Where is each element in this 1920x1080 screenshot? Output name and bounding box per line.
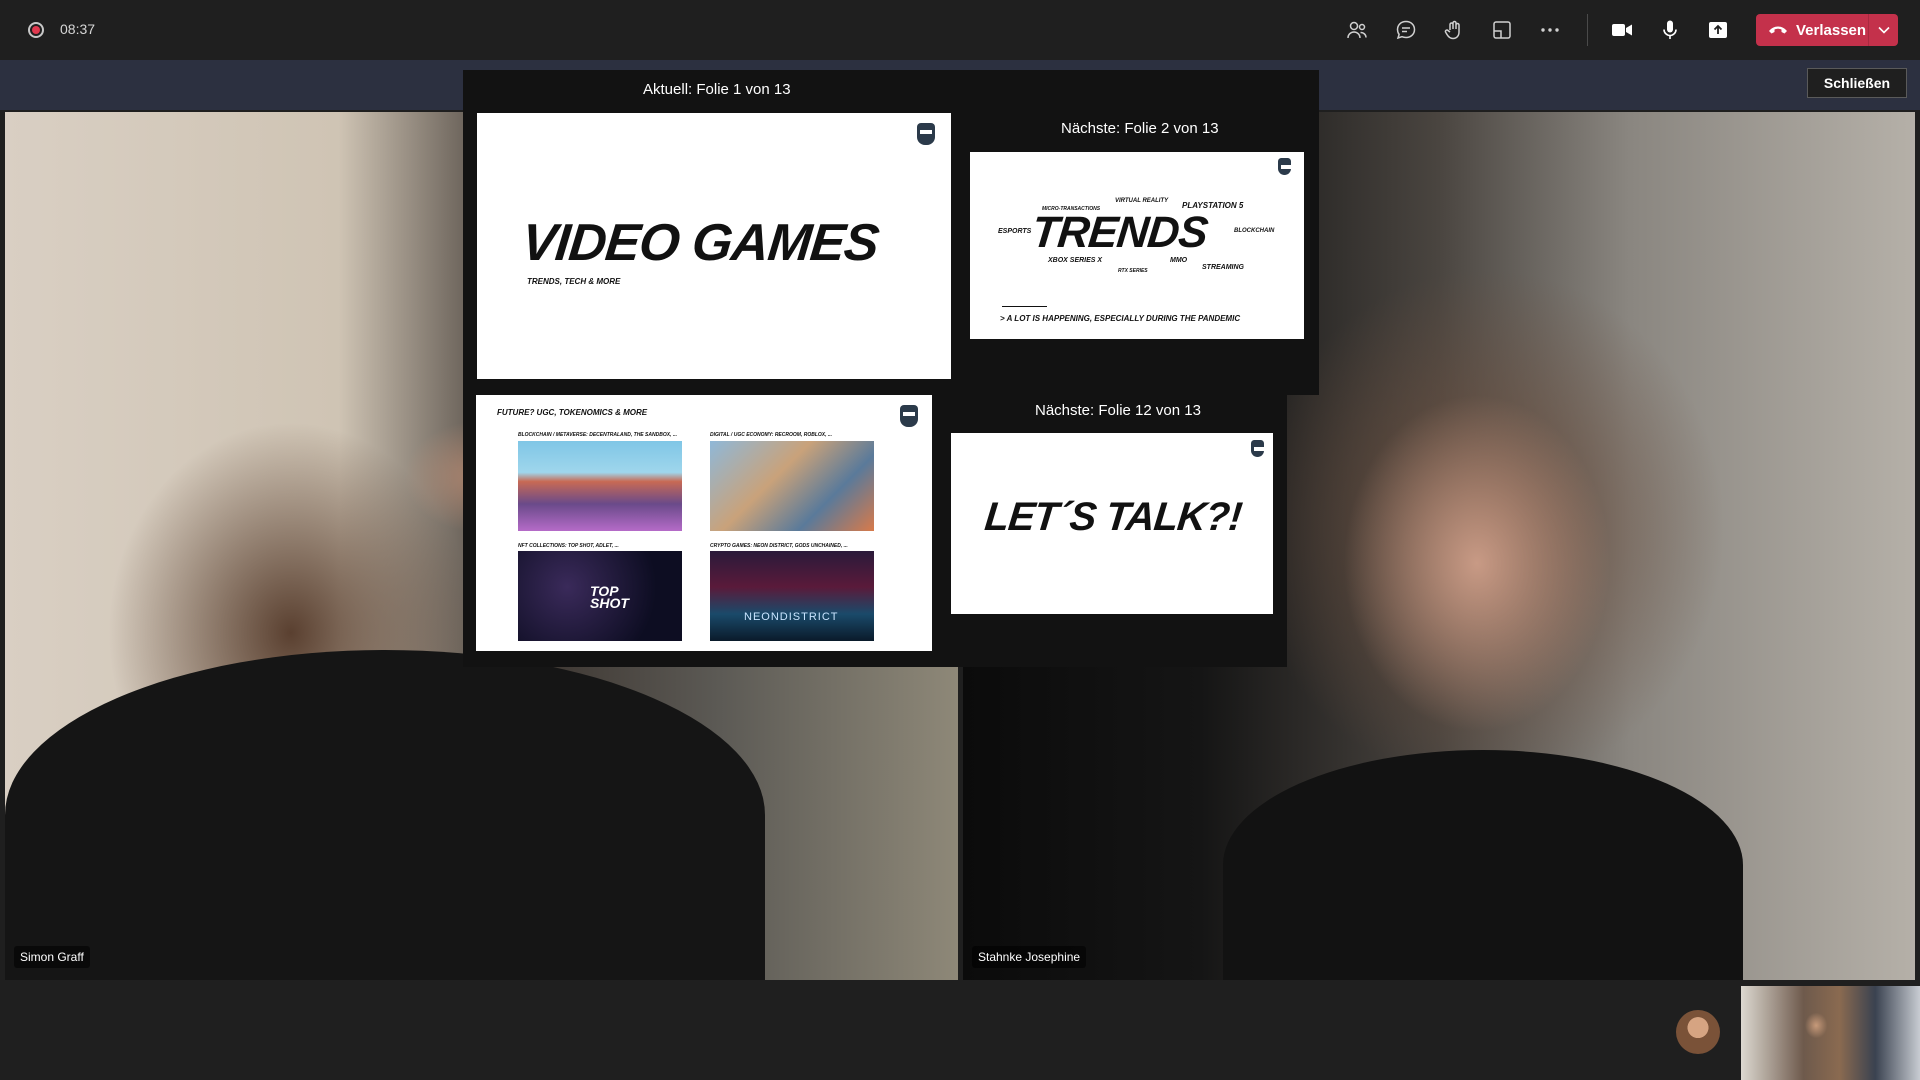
current-slide[interactable]: VIDEO GAMES TRENDS, TECH & MORE — [477, 113, 951, 379]
neon-district-image: NEONDISTRICT — [710, 551, 874, 641]
participant-video-shape — [1223, 750, 1743, 980]
participant-name: Simon Graff — [14, 946, 90, 968]
slide-subtitle: TRENDS, TECH & MORE — [527, 277, 621, 286]
participant-video-shape — [5, 650, 765, 980]
more-icon[interactable] — [1536, 16, 1564, 44]
next-slide[interactable]: TRENDS MICRO-TRANSACTIONS VIRTUAL REALIT… — [970, 152, 1304, 339]
trend-word: STREAMING — [1202, 264, 1244, 271]
trend-word: ESPORTS — [998, 228, 1032, 235]
current-slide-label: Aktuell: Folie 1 von 13 — [643, 81, 791, 98]
slide-caption: CRYPTO GAMES: NEON DISTRICT, GODS UNCHAI… — [710, 543, 848, 549]
slide-title: FUTURE? UGC, TOKENOMICS & MORE — [497, 408, 648, 417]
microphone-icon[interactable] — [1656, 16, 1684, 44]
slide-caption: NFT COLLECTIONS: TOP SHOT, ADLET, ... — [518, 543, 619, 549]
leave-button[interactable]: Verlassen — [1756, 14, 1898, 46]
slide-title: TRENDS — [1029, 208, 1210, 257]
brand-logo-icon — [900, 405, 918, 427]
self-video-preview[interactable] — [1741, 986, 1920, 1080]
slide-thumbnail-11[interactable]: FUTURE? UGC, TOKENOMICS & MORE BLOCKCHAI… — [476, 395, 932, 651]
brand-logo-icon — [917, 123, 935, 145]
slide-footer: > A LOT IS HAPPENING, ESPECIALLY DURING … — [1000, 314, 1241, 323]
brand-logo-icon — [1278, 158, 1293, 175]
rooms-icon[interactable] — [1488, 16, 1516, 44]
camera-icon[interactable] — [1608, 16, 1636, 44]
slide-caption: BLOCKCHAIN / METAVERSE: DECENTRALAND, TH… — [518, 432, 677, 438]
recroom-image — [710, 441, 874, 531]
participants-icon[interactable] — [1343, 16, 1371, 44]
meeting-timer: 08:37 — [60, 21, 96, 37]
leave-label: Verlassen — [1796, 21, 1867, 39]
slide-rule — [1002, 306, 1047, 307]
trend-word: BLOCKCHAIN — [1234, 228, 1275, 234]
trend-word: XBOX SERIES X — [1048, 257, 1103, 264]
slide-thumbnail-12[interactable]: LET´S TALK?! — [951, 433, 1273, 614]
close-button[interactable]: Schließen — [1807, 68, 1907, 98]
trend-word: MICRO-TRANSACTIONS — [1042, 206, 1101, 212]
topshot-logo: TOP SHOT — [590, 583, 629, 611]
slide-title: VIDEO GAMES — [518, 214, 882, 272]
toolbar-divider — [1587, 14, 1588, 46]
trend-word: RTX SERIES — [1118, 268, 1148, 274]
trend-word: PLAYSTATION 5 — [1182, 201, 1244, 210]
reactions-icon[interactable] — [1440, 16, 1468, 44]
slide-caption: DIGITAL / UGC ECONOMY: RECROOM, ROBLOX, … — [710, 432, 833, 438]
hangup-icon — [1769, 26, 1787, 34]
participant-name: Stahnke Josephine — [972, 946, 1087, 968]
avatar[interactable] — [1676, 1010, 1720, 1054]
chevron-down-icon[interactable] — [1869, 14, 1898, 46]
trend-word: MMO — [1170, 257, 1188, 264]
trend-word: VIRTUAL REALITY — [1115, 198, 1169, 204]
slide-title: LET´S TALK?! — [982, 495, 1244, 539]
presenter-view: Aktuell: Folie 1 von 13 Nächste: Folie 2… — [463, 70, 1319, 667]
meeting-toolbar: 08:37 Verlassen — [0, 0, 1920, 60]
topshot-image: TOP SHOT — [518, 551, 682, 641]
decentraland-image — [518, 441, 682, 531]
recording-icon — [28, 22, 44, 38]
leave-main[interactable]: Verlassen — [1756, 14, 1868, 46]
neon-district-logo: NEONDISTRICT — [744, 611, 839, 623]
brand-logo-icon — [1251, 440, 1266, 457]
upcoming-slide-label: Nächste: Folie 12 von 13 — [1035, 402, 1201, 419]
chat-icon[interactable] — [1392, 16, 1420, 44]
next-slide-label: Nächste: Folie 2 von 13 — [1061, 120, 1219, 137]
share-icon[interactable] — [1704, 16, 1732, 44]
